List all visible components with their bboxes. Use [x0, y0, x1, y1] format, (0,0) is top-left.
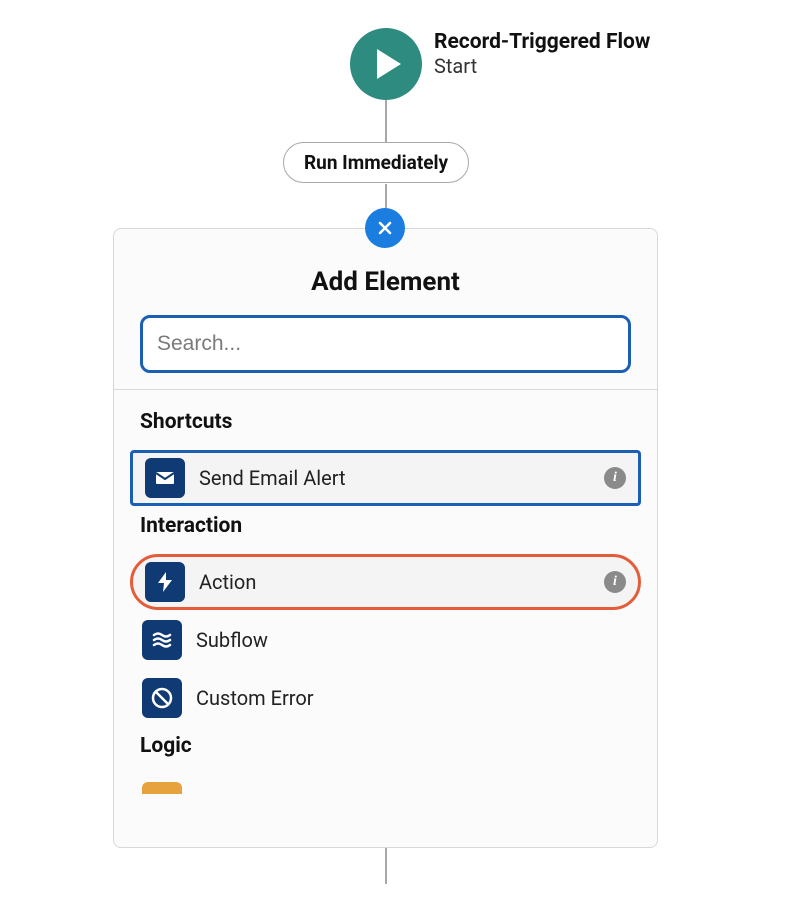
element-custom-error[interactable]: Custom Error	[130, 670, 641, 726]
element-label: Custom Error	[196, 686, 629, 710]
flow-subtitle: Start	[434, 54, 650, 78]
flow-start-node[interactable]: Record-Triggered Flow Start	[350, 28, 650, 100]
subflow-icon	[142, 620, 182, 660]
element-list[interactable]: Shortcuts Send Email Alert i Interaction…	[114, 389, 657, 835]
search-input[interactable]	[140, 315, 631, 373]
info-icon[interactable]: i	[604, 571, 626, 593]
section-label-shortcuts: Shortcuts	[130, 404, 641, 448]
envelope-icon	[145, 458, 185, 498]
element-send-email-alert[interactable]: Send Email Alert i	[130, 450, 641, 506]
element-action[interactable]: Action i	[130, 554, 641, 610]
element-label: Subflow	[196, 628, 629, 652]
run-immediately-pill[interactable]: Run Immediately	[283, 142, 469, 183]
element-label: Send Email Alert	[199, 466, 590, 490]
no-entry-icon	[142, 678, 182, 718]
lightning-icon	[145, 562, 185, 602]
connector-line	[385, 100, 387, 142]
search-wrap	[114, 315, 657, 389]
close-icon	[375, 218, 395, 238]
panel-title: Add Element	[114, 267, 657, 297]
element-label: Action	[199, 570, 590, 594]
info-icon[interactable]: i	[604, 467, 626, 489]
play-icon	[350, 28, 422, 100]
element-subflow[interactable]: Subflow	[130, 612, 641, 668]
flow-title: Record-Triggered Flow	[434, 30, 650, 54]
section-label-logic: Logic	[130, 728, 641, 772]
section-label-interaction: Interaction	[130, 508, 641, 552]
add-element-panel: Add Element Shortcuts Send Email Alert i…	[113, 228, 658, 848]
logic-icon	[142, 782, 182, 794]
flow-title-block: Record-Triggered Flow Start	[434, 28, 650, 78]
close-button[interactable]	[365, 208, 405, 248]
list-item[interactable]	[130, 772, 641, 794]
